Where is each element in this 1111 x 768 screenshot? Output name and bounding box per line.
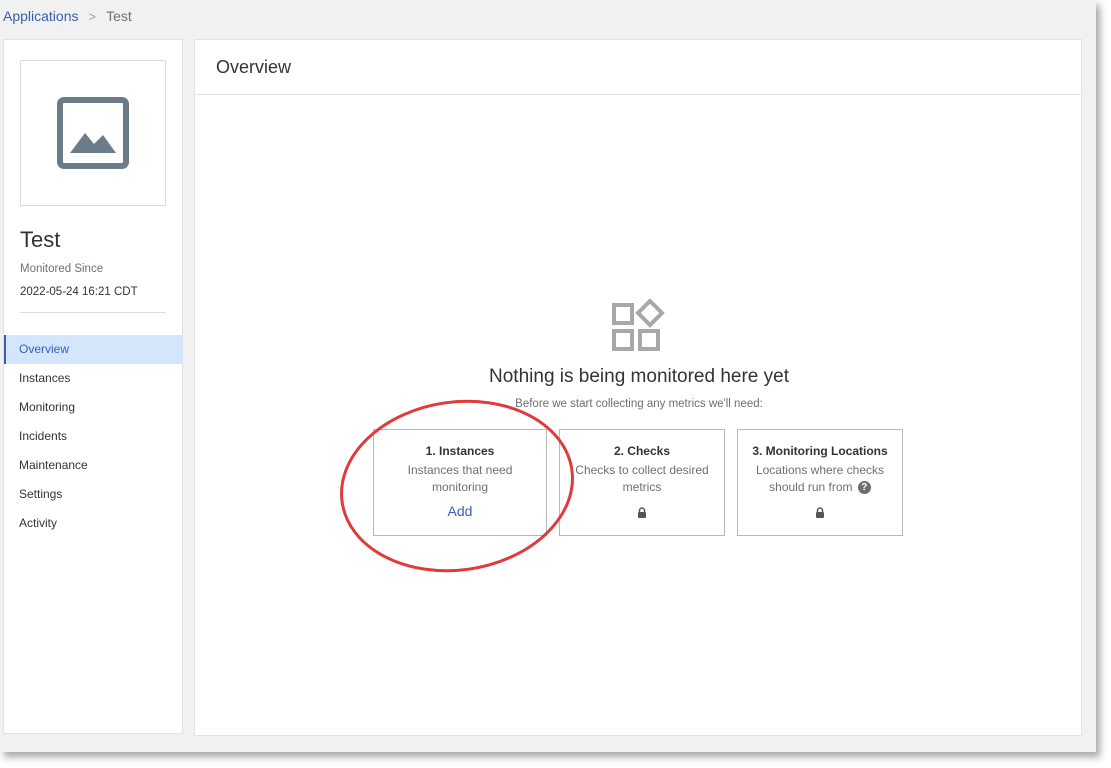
monitored-since-value: 2022-05-24 16:21 CDT bbox=[20, 286, 138, 298]
help-icon[interactable]: ? bbox=[857, 481, 871, 495]
step-description: Instances that need monitoring bbox=[407, 463, 513, 494]
app-window: Applications > Test Test Monitored Since… bbox=[0, 0, 1096, 752]
image-placeholder-icon bbox=[57, 97, 129, 169]
lock-icon bbox=[638, 507, 646, 518]
step-description: Checks to collect desired metrics bbox=[575, 463, 709, 494]
sidebar-item-instances[interactable]: Instances bbox=[4, 364, 183, 393]
step-title: 1. Instances bbox=[425, 444, 495, 458]
sidebar-item-overview[interactable]: Overview bbox=[4, 335, 183, 364]
empty-state-subtitle: Before we start collecting any metrics w… bbox=[515, 398, 763, 410]
step-card-checks: 2. Checks Checks to collect desired metr… bbox=[559, 429, 725, 536]
sidebar-item-maintenance[interactable]: Maintenance bbox=[4, 451, 183, 480]
empty-state-title: Nothing is being monitored here yet bbox=[489, 366, 789, 387]
monitored-since-label: Monitored Since bbox=[20, 263, 104, 275]
step-title: 3. Monitoring Locations bbox=[752, 444, 888, 458]
sidebar-item-monitoring[interactable]: Monitoring bbox=[4, 393, 183, 422]
sidebar-item-incidents[interactable]: Incidents bbox=[4, 422, 183, 451]
step-card-monitoring-locations: 3. Monitoring Locations Locations where … bbox=[737, 429, 903, 536]
chevron-right-icon: > bbox=[88, 8, 97, 24]
widgets-icon bbox=[612, 299, 665, 351]
sidebar-nav: Overview Instances Monitoring Incidents … bbox=[4, 335, 183, 538]
sidebar-item-activity[interactable]: Activity bbox=[4, 509, 183, 538]
breadcrumb-applications-link[interactable]: Applications bbox=[3, 8, 79, 24]
page-title: Overview bbox=[195, 40, 1081, 95]
app-name: Test bbox=[20, 227, 61, 252]
breadcrumb: Applications > Test bbox=[3, 8, 132, 24]
step-card-instances: 1. Instances Instances that need monitor… bbox=[373, 429, 547, 536]
app-image bbox=[20, 60, 166, 206]
lock-icon bbox=[816, 507, 824, 518]
sidebar-item-settings[interactable]: Settings bbox=[4, 480, 183, 509]
step-title: 2. Checks bbox=[613, 444, 671, 458]
step-description: Locations where checks should run from ? bbox=[752, 462, 888, 496]
breadcrumb-current: Test bbox=[106, 8, 132, 24]
sidebar: Test Monitored Since 2022-05-24 16:21 CD… bbox=[3, 39, 183, 734]
main-panel: Overview Nothing is being monitored here… bbox=[194, 39, 1082, 736]
add-instances-link[interactable]: Add bbox=[374, 503, 546, 519]
divider bbox=[20, 312, 166, 313]
